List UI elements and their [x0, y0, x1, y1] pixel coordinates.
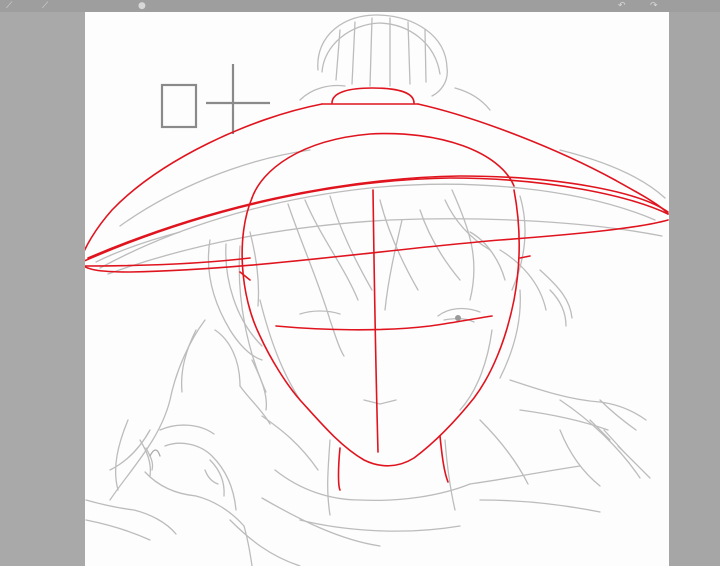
layer-tool-icon[interactable]: ● [138, 1, 146, 11]
drawing-workspace: ⟋ ⟋ ● ↶ ↷ [0, 0, 720, 566]
top-toolbar-strip: ⟋ ⟋ ● ↶ ↷ [0, 0, 720, 12]
construction-layer [85, 87, 669, 491]
redo-icon[interactable]: ↷ [650, 1, 658, 11]
brush-tool-icon[interactable]: ⟋ [6, 1, 12, 11]
left-canvas-margin [0, 12, 85, 566]
drawing-canvas[interactable] [85, 12, 669, 566]
right-canvas-margin [669, 12, 720, 566]
sketch-artwork[interactable] [85, 12, 669, 566]
eraser-tool-icon[interactable]: ⟋ [42, 1, 48, 11]
pencil-sketch-layer [85, 14, 666, 566]
undo-icon[interactable]: ↶ [618, 1, 626, 11]
